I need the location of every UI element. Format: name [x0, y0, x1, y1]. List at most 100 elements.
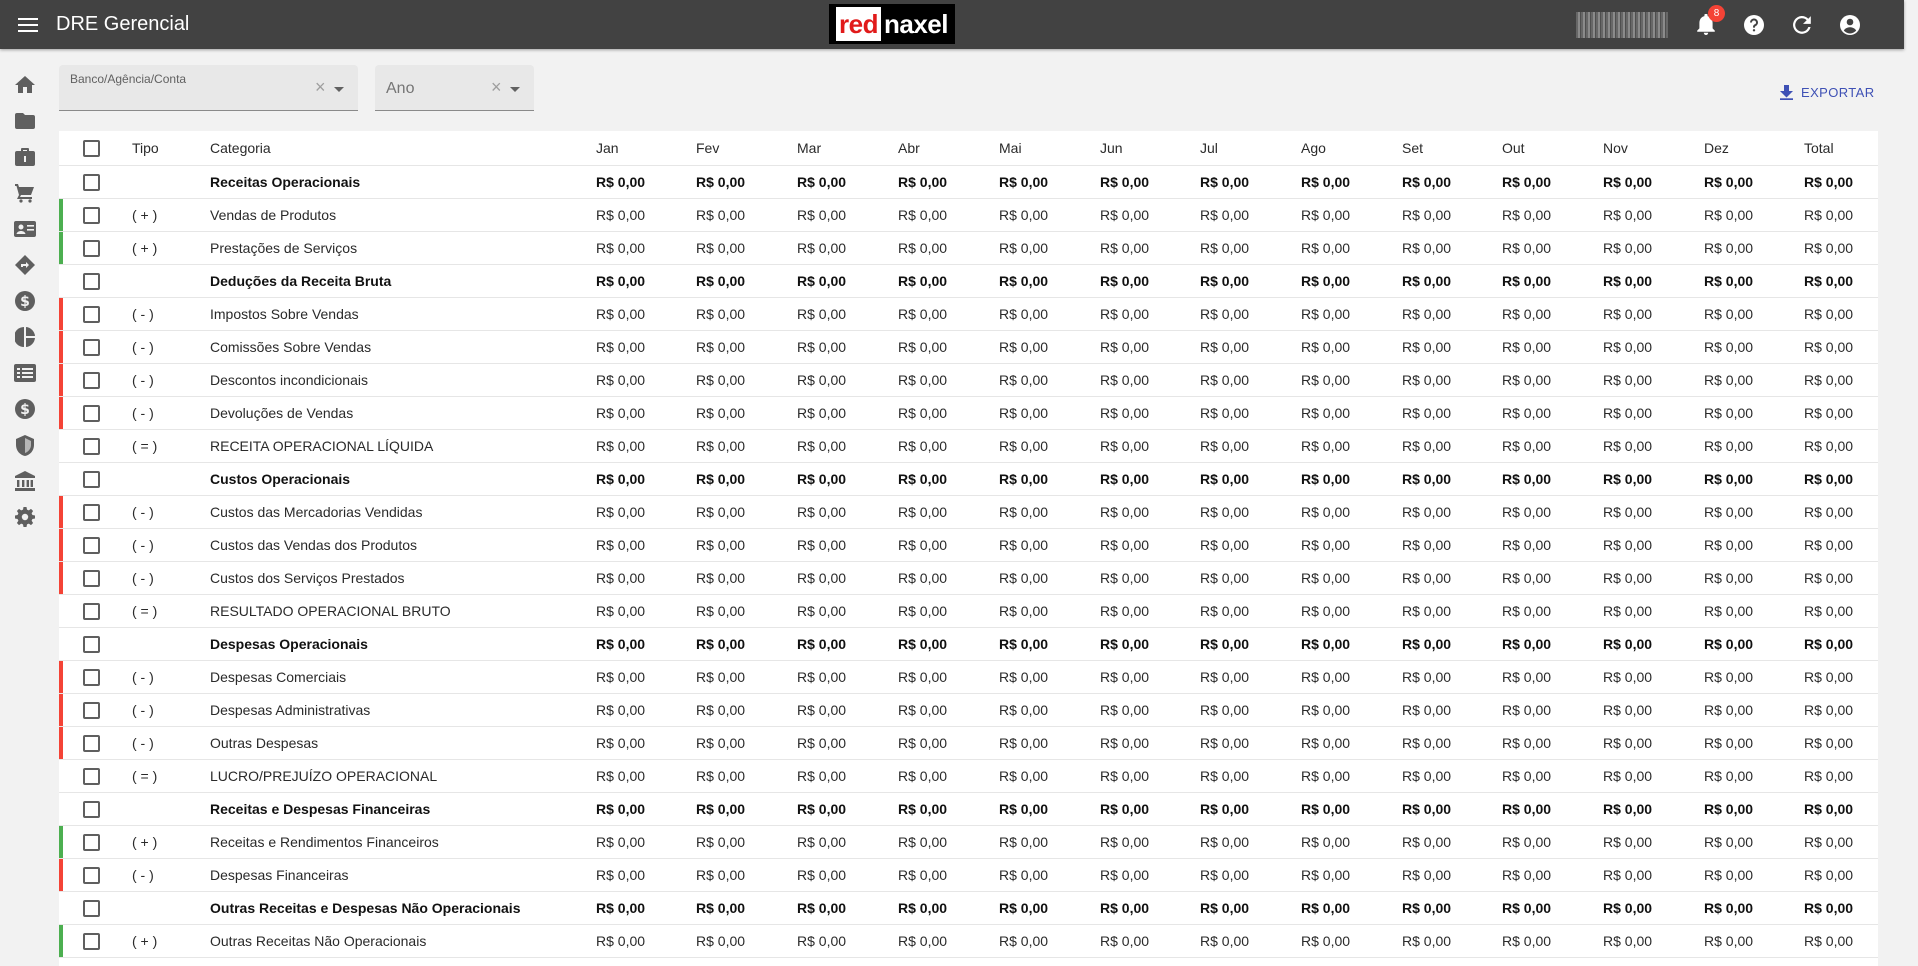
group-header-row[interactable]: Deduções da Receita Bruta R$ 0,00 R$ 0,00 R… — [59, 265, 1878, 298]
group-header-row[interactable]: Custos Operacionais R$ 0,00 R$ 0,00 R$ 0,00… — [59, 463, 1878, 496]
chevron-down-icon[interactable] — [510, 87, 520, 92]
row-checkbox[interactable] — [83, 438, 100, 455]
column-header-mar[interactable]: Mar — [797, 131, 821, 165]
dollar-circle-icon[interactable]: $ — [13, 397, 37, 421]
column-header-fev[interactable]: Fev — [696, 131, 719, 165]
cart-icon[interactable] — [13, 181, 37, 205]
row-checkbox[interactable] — [83, 867, 100, 884]
group-header-row[interactable]: Receitas Operacionais R$ 0,00 R$ 0,00 R$ 0,… — [59, 166, 1878, 199]
column-header-mai[interactable]: Mai — [999, 131, 1022, 165]
column-header-total[interactable]: Total — [1804, 131, 1834, 165]
row-checkbox[interactable] — [83, 603, 100, 620]
column-header-tipo[interactable]: Tipo — [132, 131, 159, 165]
row-checkbox[interactable] — [83, 273, 100, 290]
bell-icon[interactable]: 8 — [1692, 4, 1725, 39]
column-header-jul[interactable]: Jul — [1200, 131, 1218, 165]
table-row[interactable]: ( - ) Descontos incondicionais R$ 0,00 R$ 0… — [59, 364, 1878, 397]
row-checkbox[interactable] — [83, 768, 100, 785]
table-row[interactable]: ( + ) Receitas e Rendimentos Financeiros R… — [59, 826, 1878, 859]
table-row[interactable]: ( = ) RECEITA OPERACIONAL LÍQUIDA R$ 0,00 R… — [59, 430, 1878, 463]
folder-icon[interactable] — [13, 109, 37, 133]
ano-filter-select[interactable]: Ano × — [375, 65, 534, 111]
table-row[interactable]: ( - ) Custos dos Serviços Prestados R$ 0,0… — [59, 562, 1878, 595]
help-icon[interactable] — [1740, 11, 1768, 39]
table-row[interactable]: ( - ) Devoluções de Vendas R$ 0,00 R$ 0,00 R… — [59, 397, 1878, 430]
row-value-mar: R$ 0,00 — [797, 207, 847, 223]
table-row[interactable]: ( - ) Outras Despesas R$ 0,00 R$ 0,00 R$ 0,0… — [59, 727, 1878, 760]
row-checkbox[interactable] — [83, 801, 100, 818]
row-checkbox[interactable] — [83, 240, 100, 257]
briefcase-icon[interactable] — [13, 145, 37, 169]
row-checkbox[interactable] — [83, 339, 100, 356]
home-icon[interactable] — [13, 73, 37, 97]
pie-chart-icon[interactable] — [13, 325, 37, 349]
column-header-jun[interactable]: Jun — [1100, 131, 1123, 165]
column-header-out[interactable]: Out — [1502, 131, 1525, 165]
bank-icon[interactable] — [13, 469, 37, 493]
row-checkbox[interactable] — [83, 900, 100, 917]
brand-logo[interactable]: red naxel — [829, 4, 955, 44]
table-row[interactable]: ( - ) Despesas Administrativas R$ 0,00 R$ 0… — [59, 694, 1878, 727]
menu-icon[interactable] — [14, 11, 42, 39]
refresh-icon[interactable] — [1788, 11, 1816, 39]
clear-icon[interactable]: × — [315, 77, 326, 98]
row-checkbox[interactable] — [83, 834, 100, 851]
row-value-nov: R$ 0,00 — [1603, 306, 1653, 322]
row-checkbox[interactable] — [83, 537, 100, 554]
export-button[interactable]: EXPORTAR — [1780, 85, 1875, 100]
shield-icon[interactable] — [13, 433, 37, 457]
clear-icon[interactable]: × — [491, 77, 502, 98]
group-header-row[interactable]: Despesas Operacionais R$ 0,00 R$ 0,00 R$ 0,… — [59, 628, 1878, 661]
column-header-dez[interactable]: Dez — [1704, 131, 1729, 165]
column-header-ago[interactable]: Ago — [1301, 131, 1326, 165]
table-row[interactable]: ( + ) Vendas de Produtos R$ 0,00 R$ 0,00 R$ … — [59, 199, 1878, 232]
directions-icon[interactable] — [13, 253, 37, 277]
row-checkbox[interactable] — [83, 735, 100, 752]
table-row[interactable]: ( + ) Outras Receitas Não Operacionais R$ … — [59, 925, 1878, 958]
row-checkbox[interactable] — [83, 405, 100, 422]
column-header-categoria[interactable]: Categoria — [210, 131, 271, 165]
row-checkbox[interactable] — [83, 372, 100, 389]
row-checkbox[interactable] — [83, 207, 100, 224]
row-value-set: R$ 0,00 — [1402, 768, 1452, 784]
select-all-checkbox[interactable] — [83, 140, 100, 157]
row-value-mai: R$ 0,00 — [999, 933, 1049, 949]
row-checkbox[interactable] — [83, 702, 100, 719]
table-row[interactable]: ( - ) Comissões Sobre Vendas R$ 0,00 R$ 0,0… — [59, 331, 1878, 364]
row-checkbox[interactable] — [83, 570, 100, 587]
contact-card-icon[interactable] — [13, 217, 37, 241]
table-row[interactable]: ( = ) RESULTADO OPERACIONAL BRUTO R$ 0,00 R… — [59, 595, 1878, 628]
row-checkbox[interactable] — [83, 174, 100, 191]
group-header-row[interactable]: Receitas e Despesas Financeiras R$ 0,00 R$… — [59, 793, 1878, 826]
gear-icon[interactable] — [13, 505, 37, 529]
group-header-row[interactable]: Outras Receitas e Despesas Não Operacion… — [59, 892, 1878, 925]
account-icon[interactable] — [1836, 11, 1864, 39]
table-row[interactable]: ( - ) Custos das Vendas dos Produtos R$ 0,… — [59, 529, 1878, 562]
row-value-mai: R$ 0,00 — [999, 867, 1049, 883]
dollar-circle-icon[interactable]: $ — [13, 289, 37, 313]
table-row[interactable]: ( - ) Despesas Financeiras R$ 0,00 R$ 0,00 R… — [59, 859, 1878, 892]
column-header-nov[interactable]: Nov — [1603, 131, 1628, 165]
table-row[interactable]: ( + ) Prestações de Serviços R$ 0,00 R$ 0,0… — [59, 232, 1878, 265]
row-checkbox[interactable] — [83, 471, 100, 488]
list-icon[interactable] — [13, 361, 37, 385]
row-value-total: R$ 0,00 — [1804, 636, 1854, 652]
column-header-set[interactable]: Set — [1402, 131, 1423, 165]
table-row[interactable]: ( = ) LUCRO/PREJUÍZO OPERACIONAL R$ 0,00 R$… — [59, 760, 1878, 793]
row-value-jun: R$ 0,00 — [1100, 438, 1150, 454]
row-value-jun: R$ 0,00 — [1100, 372, 1150, 388]
table-row[interactable]: ( - ) Despesas Comerciais R$ 0,00 R$ 0,00 R$… — [59, 661, 1878, 694]
column-header-jan[interactable]: Jan — [596, 131, 619, 165]
conta-filter-select[interactable]: Banco/Agência/Conta × — [59, 65, 358, 111]
row-categoria: Prestações de Serviços — [210, 240, 358, 256]
row-checkbox[interactable] — [83, 933, 100, 950]
row-checkbox[interactable] — [83, 636, 100, 653]
row-checkbox[interactable] — [83, 669, 100, 686]
column-header-abr[interactable]: Abr — [898, 131, 920, 165]
row-checkbox[interactable] — [83, 504, 100, 521]
table-row[interactable]: ( - ) Impostos Sobre Vendas R$ 0,00 R$ 0,00… — [59, 298, 1878, 331]
row-value-out: R$ 0,00 — [1502, 735, 1552, 751]
table-row[interactable]: ( - ) Custos das Mercadorias Vendidas R$ 0… — [59, 496, 1878, 529]
row-checkbox[interactable] — [83, 306, 100, 323]
chevron-down-icon[interactable] — [334, 87, 344, 92]
